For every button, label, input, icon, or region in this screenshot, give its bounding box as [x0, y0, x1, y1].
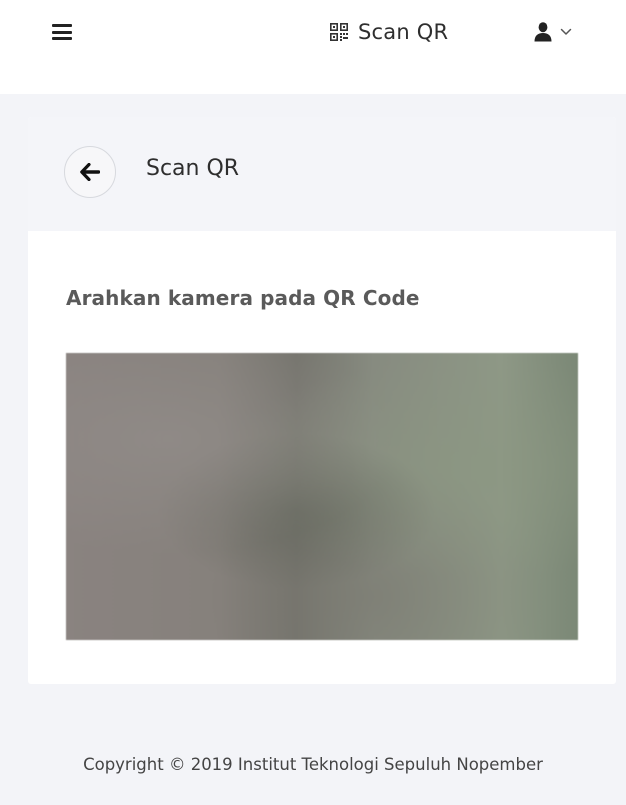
- card-body: Arahkan kamera pada QR Code: [28, 231, 616, 684]
- footer-copyright: Copyright © 2019 Institut Teknologi Sepu…: [83, 755, 543, 774]
- qr-code-icon: [330, 23, 348, 41]
- arrow-left-icon: [80, 163, 100, 181]
- hamburger-menu-icon[interactable]: [52, 24, 72, 40]
- scan-qr-card: Scan QR Arahkan kamera pada QR Code: [28, 117, 616, 684]
- chevron-down-icon: [560, 28, 572, 35]
- user-menu-button[interactable]: [534, 18, 572, 46]
- nav-title: Scan QR: [358, 20, 449, 44]
- scan-instruction: Arahkan kamera pada QR Code: [66, 286, 420, 310]
- back-button[interactable]: [64, 146, 116, 198]
- camera-preview: [66, 353, 578, 640]
- user-icon: [534, 22, 552, 42]
- nav-title-group: Scan QR: [330, 18, 448, 46]
- card-title: Scan QR: [146, 156, 240, 181]
- card-header: Scan QR: [28, 117, 616, 231]
- top-navbar: Scan QR: [0, 0, 626, 94]
